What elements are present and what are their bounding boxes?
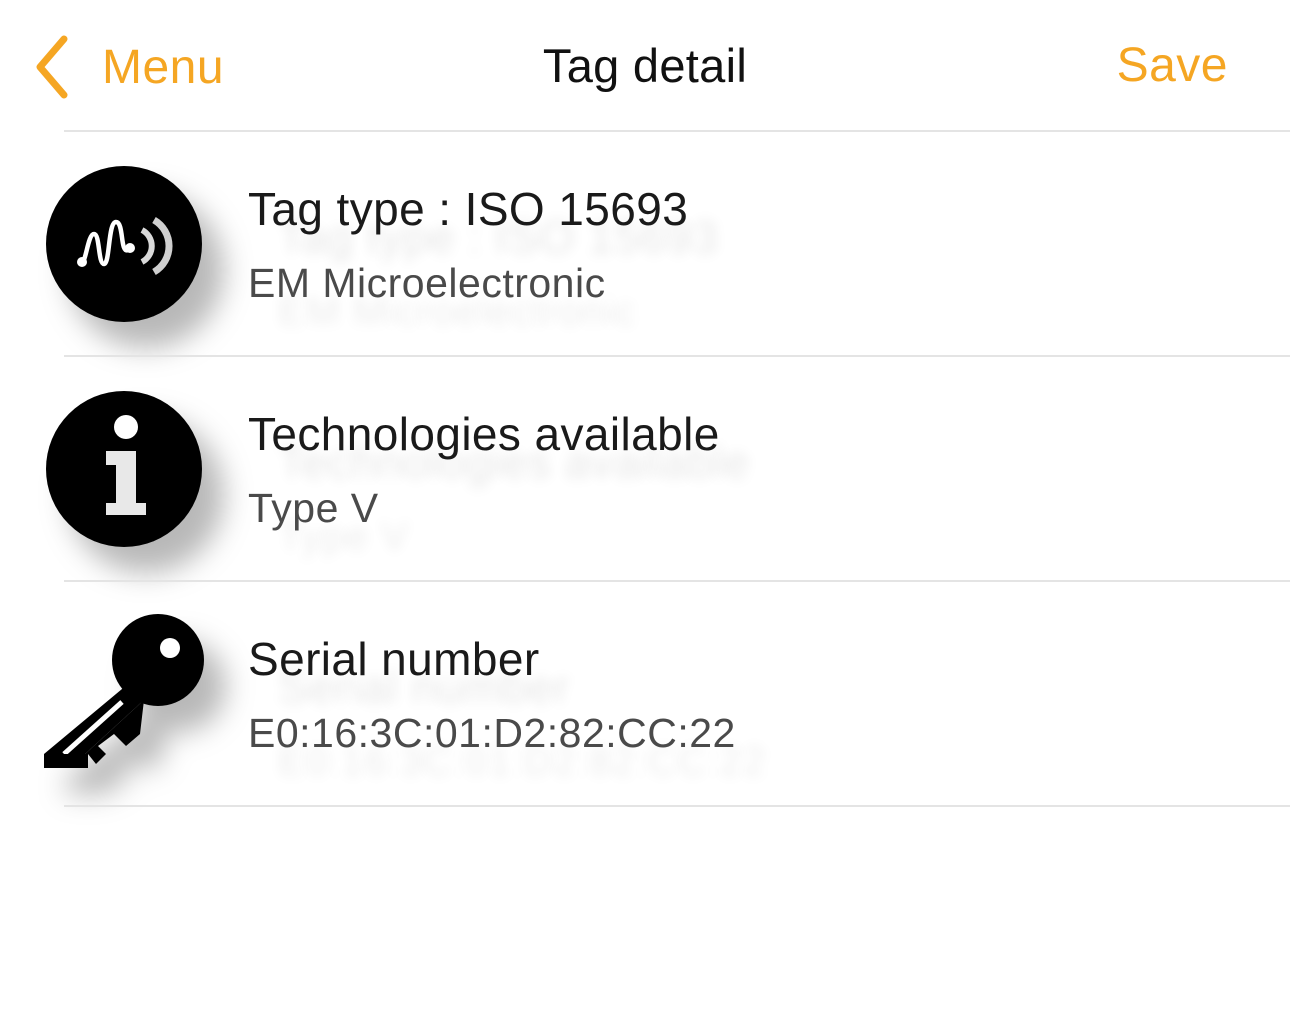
technologies-value: Type V	[248, 485, 379, 531]
list-item-serial-number[interactable]: Serial number E0:16:3C:01:D2:82:CC:22	[0, 582, 1290, 807]
navigation-bar: Menu Tag detail Save	[0, 0, 1290, 132]
technologies-title: Technologies available	[248, 408, 720, 460]
list-item-technologies[interactable]: Technologies available Type V	[0, 357, 1290, 582]
tag-type-value: EM Microelectronic	[248, 260, 606, 306]
row-divider	[64, 805, 1290, 807]
tag-detail-list: Tag type : ISO 15693 EM Microelectronic …	[0, 132, 1290, 807]
tag-detail-screen: Menu Tag detail Save Tag type : ISO 1569…	[0, 0, 1290, 1010]
serial-number-title: Serial number	[248, 633, 540, 685]
list-item-tag-type[interactable]: Tag type : ISO 15693 EM Microelectronic	[0, 132, 1290, 357]
nfc-signal-icon	[44, 164, 204, 324]
key-icon	[44, 614, 204, 774]
page-title: Tag detail	[542, 39, 748, 92]
serial-number-value: E0:16:3C:01:D2:82:CC:22	[248, 710, 736, 756]
tag-type-title: Tag type : ISO 15693	[248, 183, 689, 235]
save-button[interactable]: Save	[1117, 38, 1228, 93]
info-icon	[44, 389, 204, 549]
